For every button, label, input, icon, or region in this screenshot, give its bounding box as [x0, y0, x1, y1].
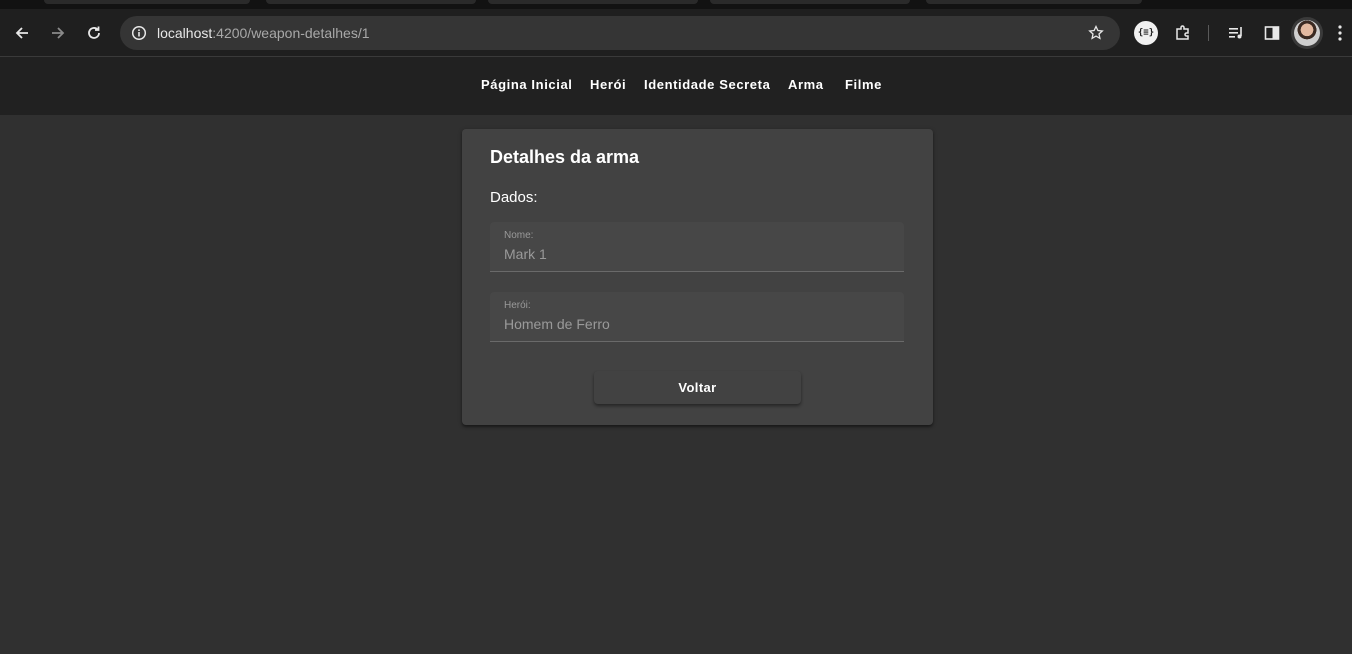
side-panel-icon[interactable]	[1258, 19, 1286, 47]
url-text[interactable]: localhost:4200/weapon-detalhes/1	[157, 25, 370, 41]
browser-tabstrip	[0, 0, 1352, 9]
url-path: :4200/weapon-detalhes/1	[212, 25, 370, 41]
profile-avatar[interactable]	[1294, 20, 1320, 46]
kebab-menu-icon[interactable]	[1330, 19, 1350, 47]
card-title: Detalhes da arma	[490, 147, 640, 167]
address-bar[interactable]: localhost:4200/weapon-detalhes/1	[120, 16, 1120, 50]
nav-link-pagina-inicial[interactable]: Página Inicial	[481, 77, 572, 92]
tab-ghost[interactable]	[710, 0, 910, 4]
name-field-label: Nome:	[504, 230, 534, 241]
arrow-right-icon[interactable]	[44, 19, 72, 47]
tab-ghost[interactable]	[488, 0, 698, 4]
browser-toolbar: localhost:4200/weapon-detalhes/1 {≡}	[0, 9, 1352, 57]
media-queue-icon[interactable]	[1222, 19, 1250, 47]
name-field[interactable]: Nome: Mark 1	[490, 222, 904, 272]
back-button[interactable]: Voltar	[594, 371, 801, 404]
weapon-details-card: Detalhes da arma Dados: Nome: Mark 1 Her…	[462, 129, 933, 425]
toolbar-divider	[1208, 25, 1209, 41]
info-circle-icon[interactable]	[129, 23, 149, 43]
puzzle-icon[interactable]	[1169, 19, 1197, 47]
tab-ghost[interactable]	[266, 0, 476, 4]
section-label: Dados:	[490, 189, 538, 206]
tab-ghost[interactable]	[926, 0, 1142, 4]
hero-field-label: Herói:	[504, 300, 531, 311]
nav-link-arma[interactable]: Arma	[788, 77, 824, 92]
app-navbar: Página Inicial Herói Identidade Secreta …	[0, 57, 1352, 115]
reload-icon[interactable]	[80, 19, 108, 47]
url-host: localhost	[157, 25, 213, 41]
extension-badge[interactable]: {≡}	[1134, 21, 1158, 45]
star-icon[interactable]	[1086, 23, 1106, 43]
name-field-value[interactable]: Mark 1	[504, 246, 894, 262]
nav-link-filme[interactable]: Filme	[845, 77, 882, 92]
arrow-left-icon[interactable]	[8, 19, 36, 47]
hero-field-value[interactable]: Homem de Ferro	[504, 316, 894, 332]
nav-link-heroi[interactable]: Herói	[590, 77, 626, 92]
tab-ghost[interactable]	[44, 0, 250, 4]
nav-link-identidade-secreta[interactable]: Identidade Secreta	[644, 77, 770, 92]
hero-field[interactable]: Herói: Homem de Ferro	[490, 292, 904, 342]
